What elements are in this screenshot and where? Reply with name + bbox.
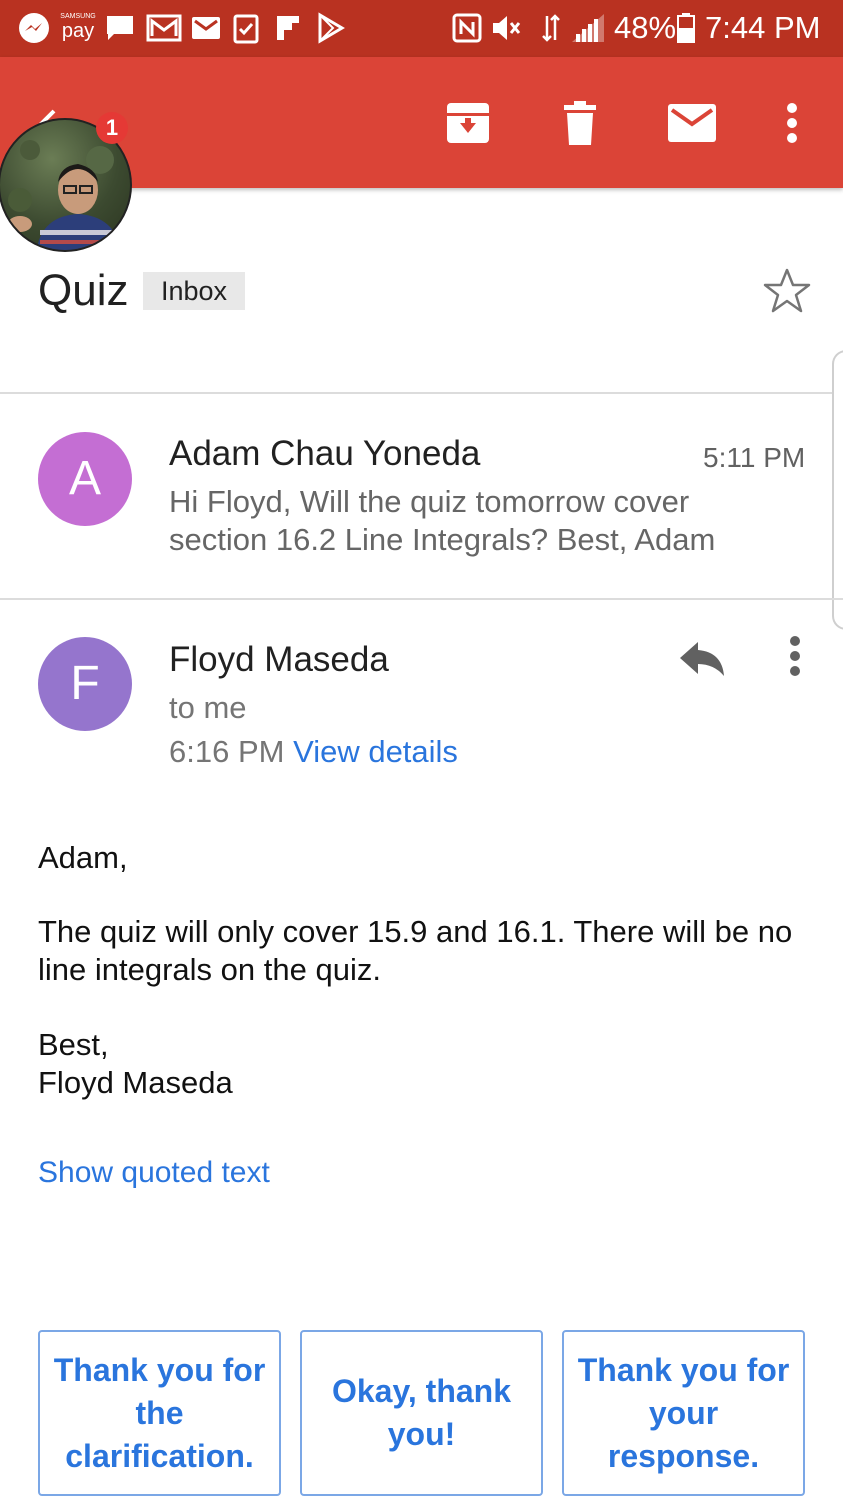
body-greeting: Adam, xyxy=(38,840,128,875)
mail-icon xyxy=(668,104,716,142)
unread-count-badge: 1 xyxy=(96,112,128,144)
samsung-pay-icon: SAMSUNG pay xyxy=(60,13,96,42)
smart-reply-button[interactable]: Thank you for the clarification. xyxy=(38,1330,281,1496)
star-icon[interactable] xyxy=(762,266,812,316)
status-bar: SAMSUNG pay 48% 7:44 PM xyxy=(0,0,843,57)
message-snippet: Hi Floyd, Will the quiz tomorrow cover s… xyxy=(169,484,716,557)
signal-icon xyxy=(572,14,604,42)
scroll-handle[interactable] xyxy=(832,350,843,630)
body-signature: Floyd Maseda xyxy=(38,1065,233,1100)
divider xyxy=(0,598,843,600)
message-time: 6:16 PM xyxy=(169,734,285,769)
battery-icon xyxy=(677,13,695,43)
battery-percent: 48% xyxy=(614,10,677,45)
message-collapsed[interactable]: A Adam Chau Yoneda 5:11 PM Hi Floyd, Wil… xyxy=(0,394,830,598)
smart-reply-button[interactable]: Thank you for your response. xyxy=(562,1330,805,1496)
clock: 7:44 PM xyxy=(705,10,821,45)
more-vert-icon[interactable] xyxy=(788,636,802,676)
nfc-icon xyxy=(452,13,482,43)
label-chip[interactable]: Inbox xyxy=(143,272,246,310)
more-vert-icon xyxy=(787,103,797,143)
smart-reply-button[interactable]: Okay, thank you! xyxy=(300,1330,543,1496)
thread-subject: Quiz xyxy=(38,266,129,315)
more-options-button[interactable] xyxy=(766,97,818,149)
archive-button[interactable] xyxy=(442,97,494,149)
delete-button[interactable] xyxy=(554,97,606,149)
data-transfer-icon xyxy=(542,14,560,42)
sender-name: Adam Chau Yoneda xyxy=(169,434,481,473)
recipient-line: to me xyxy=(169,690,247,725)
archive-icon xyxy=(447,103,489,143)
message-time: 5:11 PM xyxy=(703,442,806,473)
sender-avatar[interactable]: F xyxy=(38,637,132,731)
mark-unread-button[interactable] xyxy=(666,97,718,149)
sender-avatar: A xyxy=(38,432,132,526)
reply-icon[interactable] xyxy=(678,638,726,678)
view-details-link[interactable]: View details xyxy=(293,734,458,769)
messenger-icon xyxy=(19,13,49,43)
body-paragraph: The quiz will only cover 15.9 and 16.1. … xyxy=(38,914,793,987)
flipboard-icon xyxy=(277,16,299,40)
sender-name: Floyd Maseda xyxy=(169,640,389,679)
body-closing: Best, xyxy=(38,1027,109,1062)
email-icon xyxy=(192,17,220,39)
trash-icon xyxy=(564,101,596,145)
chat-icon xyxy=(107,16,133,40)
show-quoted-text-link[interactable]: Show quoted text xyxy=(38,1156,270,1190)
play-store-icon xyxy=(318,12,345,44)
clipboard-check-icon xyxy=(233,14,259,44)
vibrate-mute-icon xyxy=(493,16,521,40)
message-meta: 6:16 PM View details xyxy=(169,734,458,770)
gmail-icon xyxy=(146,14,182,42)
